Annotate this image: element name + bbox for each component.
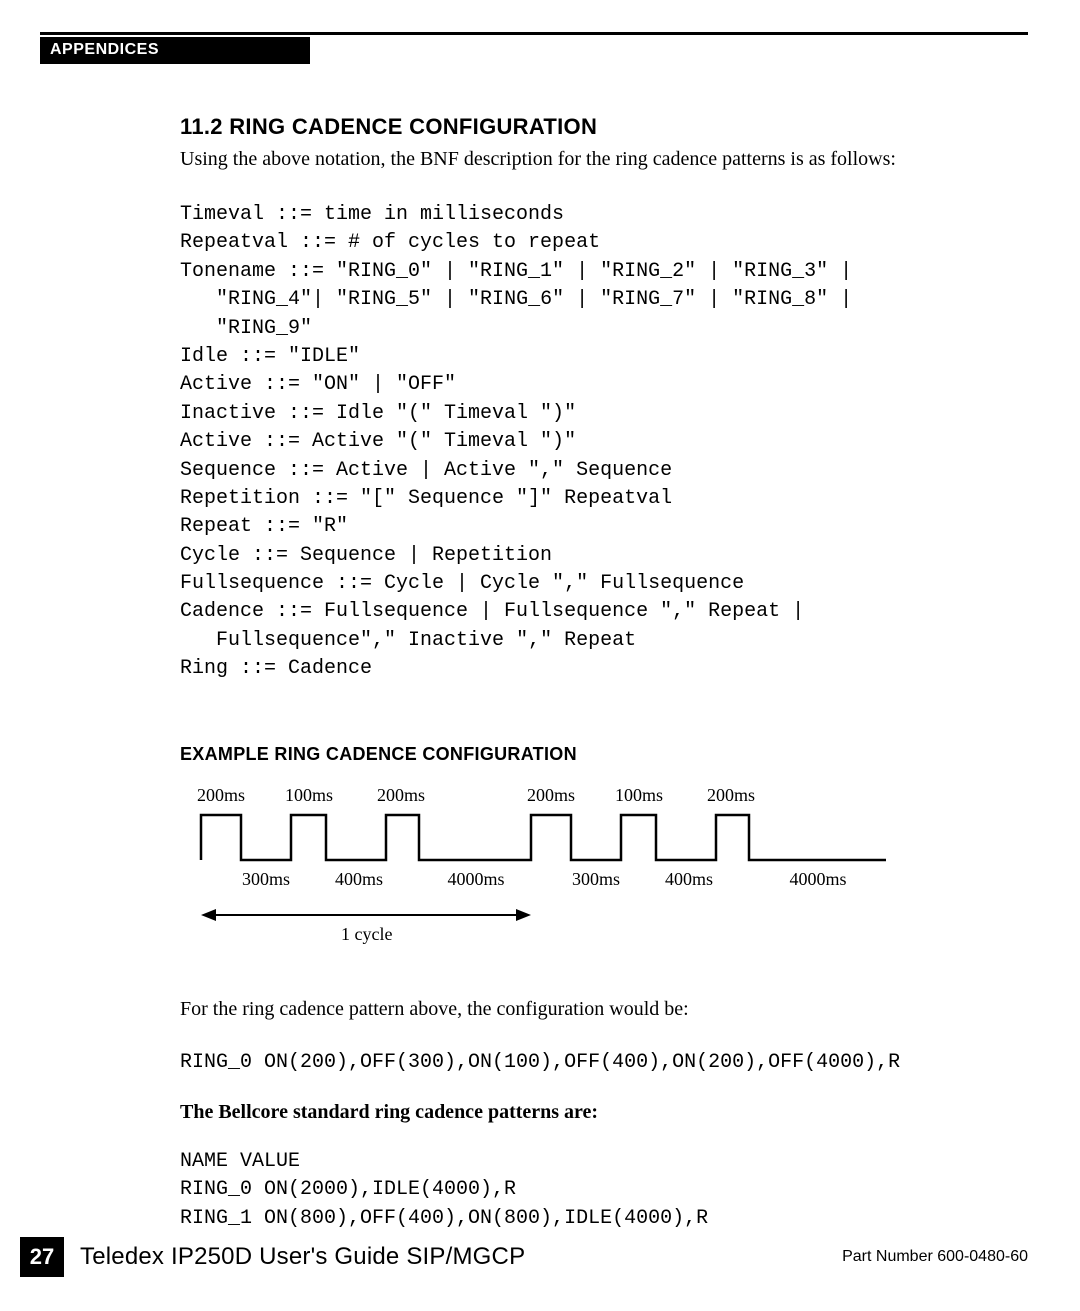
example-after-text: For the ring cadence pattern above, the … <box>180 998 1000 1021</box>
cycle-label: 1 cycle <box>341 924 392 944</box>
timing-diagram: 200ms 100ms 200ms 200ms 100ms 200ms 300m… <box>186 785 1000 960</box>
label-top-4: 100ms <box>615 785 663 805</box>
appendices-tab: APPENDICES <box>40 37 310 64</box>
arrow-left <box>201 909 216 921</box>
label-top-3: 200ms <box>527 785 575 805</box>
label-bot-5: 4000ms <box>789 869 846 889</box>
example-config: RING_0 ON(200),OFF(300),ON(100),OFF(400)… <box>180 1049 1000 1077</box>
arrow-right <box>516 909 531 921</box>
waveform <box>201 815 886 860</box>
label-top-5: 200ms <box>707 785 755 805</box>
label-bot-0: 300ms <box>242 869 290 889</box>
label-bot-4: 400ms <box>665 869 713 889</box>
label-top-0: 200ms <box>197 785 245 805</box>
label-top-2: 200ms <box>377 785 425 805</box>
bellcore-lines: NAME VALUE RING_0 ON(2000),IDLE(4000),R … <box>180 1148 1000 1233</box>
label-bot-1: 400ms <box>335 869 383 889</box>
label-bot-2: 4000ms <box>447 869 504 889</box>
bnf-listing: Timeval ::= time in milliseconds Repeatv… <box>180 201 1000 684</box>
page-number: 27 <box>20 1237 64 1277</box>
timing-svg: 200ms 100ms 200ms 200ms 100ms 200ms 300m… <box>186 785 906 955</box>
content-area: 11.2 RING CADENCE CONFIGURATION Using th… <box>180 114 1000 1233</box>
section-title: 11.2 RING CADENCE CONFIGURATION <box>180 114 1000 140</box>
top-rule <box>40 32 1028 35</box>
intro-text: Using the above notation, the BNF descri… <box>180 146 1000 173</box>
label-bot-3: 300ms <box>572 869 620 889</box>
bellcore-heading: The Bellcore standard ring cadence patte… <box>180 1101 1000 1124</box>
page: APPENDICES 11.2 RING CADENCE CONFIGURATI… <box>0 0 1080 1311</box>
label-top-1: 100ms <box>285 785 333 805</box>
example-title: EXAMPLE RING CADENCE CONFIGURATION <box>180 744 1000 765</box>
part-number: Part Number 600-0480-60 <box>842 1248 1028 1266</box>
footer-title: Teledex IP250D User's Guide SIP/MGCP <box>80 1243 842 1271</box>
footer: 27 Teledex IP250D User's Guide SIP/MGCP … <box>0 1237 1080 1277</box>
